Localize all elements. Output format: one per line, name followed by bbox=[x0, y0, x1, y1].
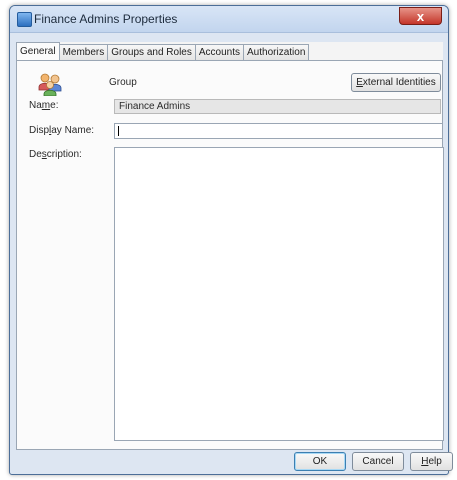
name-label-post: e: bbox=[50, 100, 59, 111]
general-tab-panel: Group External Identities Name: Finance … bbox=[16, 60, 444, 450]
external-identities-label: xternal Identities bbox=[362, 77, 436, 88]
text-caret bbox=[118, 126, 119, 136]
properties-dialog: Finance Admins Properties x General Memb… bbox=[9, 5, 449, 475]
tab-strip: General Members Groups and Roles Account… bbox=[16, 42, 310, 60]
tab-general[interactable]: General bbox=[16, 42, 60, 60]
display-label-pre: Disp bbox=[29, 125, 50, 136]
display-name-input[interactable] bbox=[114, 123, 443, 139]
dialog-content: General Members Groups and Roles Account… bbox=[16, 42, 444, 450]
external-identities-button[interactable]: External Identities bbox=[351, 73, 441, 92]
close-button[interactable]: x bbox=[399, 7, 442, 25]
display-name-label: Display Name: bbox=[29, 125, 94, 136]
ok-button[interactable]: OK bbox=[294, 452, 346, 471]
name-label-mnemonic: m bbox=[41, 100, 51, 111]
description-label: Description: bbox=[29, 149, 82, 160]
description-label-post: cription: bbox=[46, 149, 82, 160]
description-textarea[interactable] bbox=[114, 147, 444, 441]
group-users-icon bbox=[38, 73, 62, 96]
name-field: Finance Admins bbox=[114, 99, 441, 114]
description-label-pre: De bbox=[29, 149, 42, 160]
name-label-pre: Na bbox=[29, 100, 42, 111]
tab-authorization[interactable]: Authorization bbox=[243, 44, 310, 60]
help-button[interactable]: Help bbox=[410, 452, 453, 471]
external-identities-mnemonic: E bbox=[356, 77, 363, 88]
window-title: Finance Admins Properties bbox=[34, 12, 178, 26]
tab-groups-and-roles[interactable]: Groups and Roles bbox=[107, 44, 196, 60]
window-app-icon bbox=[17, 12, 32, 27]
tab-accounts[interactable]: Accounts bbox=[194, 44, 245, 60]
tab-members[interactable]: Members bbox=[58, 44, 109, 60]
cancel-button[interactable]: Cancel bbox=[352, 452, 404, 471]
name-label: Name: bbox=[29, 100, 58, 111]
title-bar: Finance Admins Properties x bbox=[10, 6, 448, 33]
group-type-label: Group bbox=[109, 77, 137, 88]
display-label-post: ay Name: bbox=[51, 125, 95, 136]
help-label: elp bbox=[428, 456, 442, 467]
